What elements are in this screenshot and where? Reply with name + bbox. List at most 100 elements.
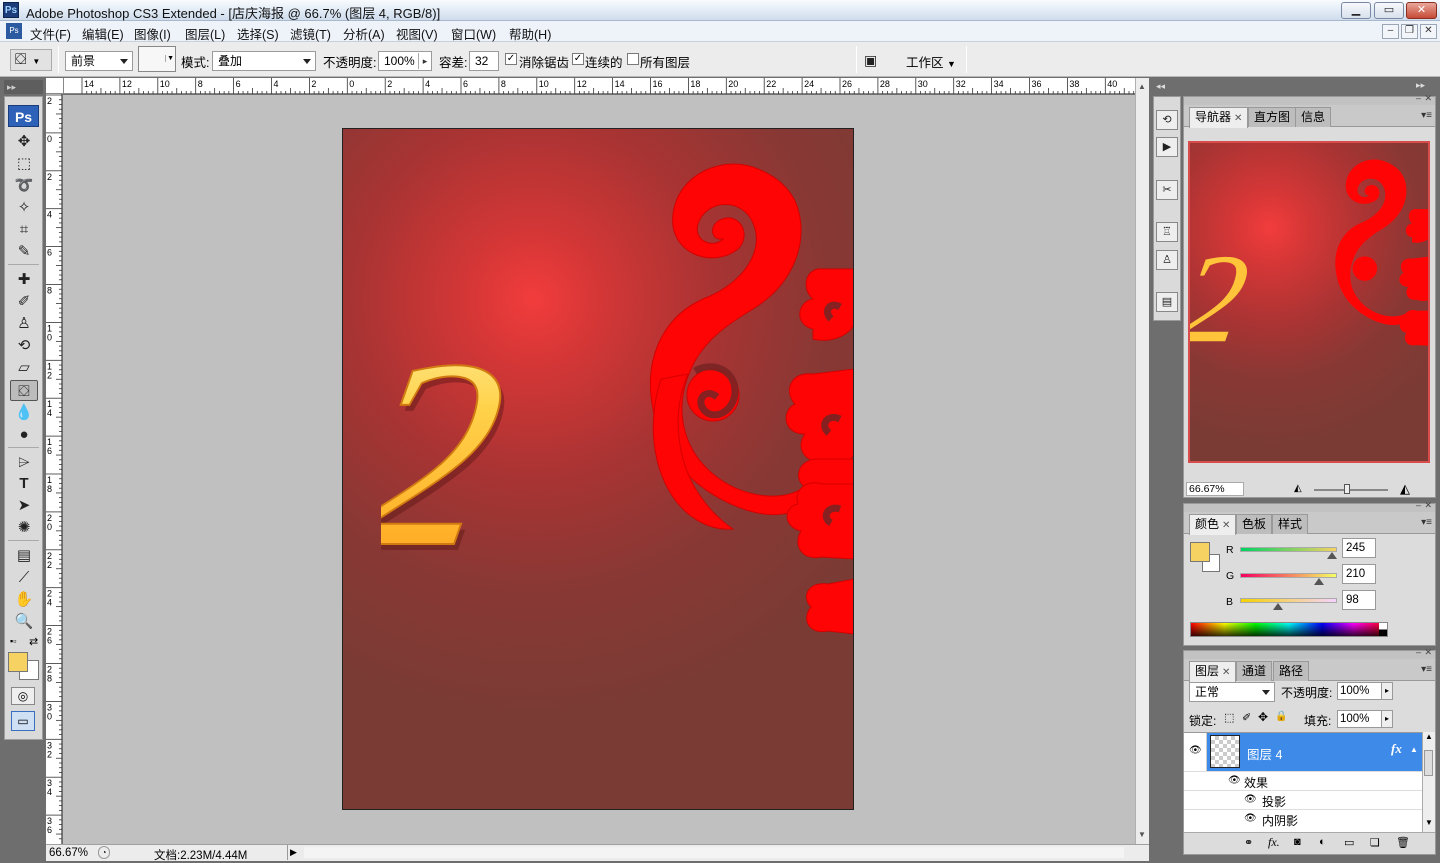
effect-row-inner-shadow[interactable]: 👁 内阴影 xyxy=(1184,809,1422,828)
tab-color[interactable]: 颜色 ✕ xyxy=(1189,514,1237,535)
zoom-slider-track[interactable] xyxy=(1314,489,1388,491)
eraser-tool-icon[interactable]: ▱ xyxy=(10,357,38,378)
lock-pixels-icon[interactable]: ✐ xyxy=(1242,711,1251,724)
horizontal-scrollbar[interactable] xyxy=(304,847,1124,858)
menu-edit[interactable]: 编辑(E) xyxy=(82,24,124,43)
blend-mode-select[interactable]: 叠加 xyxy=(212,51,316,71)
layer-fx-badge[interactable]: fx xyxy=(1391,741,1402,757)
brush-tool-icon[interactable]: ✐ xyxy=(10,291,38,312)
delete-layer-icon[interactable]: 🗑 xyxy=(1396,836,1410,849)
color-spectrum-ramp[interactable] xyxy=(1190,622,1388,637)
horizontal-ruler[interactable]: 14 12 10 8 6 4 2 0 2 4 6 8 10 12 14 16 18 20 22 24 26 28 30 32 3… xyxy=(64,78,1135,94)
add-mask-icon[interactable]: ◙ xyxy=(1294,836,1301,848)
tab-styles[interactable]: 样式 xyxy=(1272,514,1309,534)
layer-name[interactable]: 图层 4 xyxy=(1247,744,1282,763)
adjustment-layer-icon[interactable]: ◐ xyxy=(1319,836,1326,848)
layer-opacity-arrow[interactable]: ▸ xyxy=(1381,682,1393,700)
fill-arrow[interactable]: ▸ xyxy=(1381,710,1393,728)
doc-minimize-button[interactable]: ‒ xyxy=(1382,24,1399,39)
link-layers-icon[interactable]: ⚭ xyxy=(1244,836,1253,849)
document-menu-icon[interactable]: Ps xyxy=(6,23,22,39)
menu-window[interactable]: 窗口(W) xyxy=(451,24,496,43)
layer-comps-panel-icon[interactable]: ▤ xyxy=(1156,292,1178,312)
layer-opacity-input[interactable]: 100% xyxy=(1337,682,1383,700)
lasso-tool-icon[interactable]: ➰ xyxy=(10,175,38,196)
workspace-button[interactable]: 工作区 ▼ xyxy=(906,52,956,71)
maximize-button[interactable]: ▭ xyxy=(1374,2,1404,19)
r-input[interactable]: 245 xyxy=(1342,538,1376,558)
g-input[interactable]: 210 xyxy=(1342,564,1376,584)
document-canvas[interactable]: 2 2 xyxy=(342,128,854,810)
toolbox-header[interactable]: ▸▸ xyxy=(4,80,43,94)
b-slider[interactable] xyxy=(1240,598,1337,603)
canvas-vertical-scrollbar[interactable]: ▲ ▼ xyxy=(1135,78,1149,844)
opacity-slider-arrow[interactable]: ▸ xyxy=(418,53,431,69)
path-selection-tool-icon[interactable]: ➤ xyxy=(10,495,38,516)
antialias-checkbox[interactable]: ✓ xyxy=(505,53,517,65)
paint-bucket-tool-icon[interactable]: ⛋ xyxy=(10,380,38,401)
notes-tool-icon[interactable]: ▤ xyxy=(10,545,38,566)
lock-all-icon[interactable]: 🔒 xyxy=(1275,711,1287,722)
quick-mask-icon[interactable]: ◎ xyxy=(11,687,35,705)
vertical-ruler[interactable]: 2024681012141618202224262830323436 xyxy=(46,94,62,844)
pattern-picker[interactable]: ▼ xyxy=(138,46,176,72)
magic-wand-tool-icon[interactable]: ✧ xyxy=(10,197,38,218)
panel-grip[interactable]: ‒ ✕ xyxy=(1184,647,1435,659)
zoom-in-icon[interactable]: ◭ xyxy=(1400,481,1410,497)
menu-help[interactable]: 帮助(H) xyxy=(509,24,551,43)
ps-logo[interactable]: Ps xyxy=(8,105,39,127)
layers-scrollbar[interactable]: ▲ ▼ xyxy=(1422,732,1435,832)
brushes-panel-icon[interactable]: ♖ xyxy=(1156,222,1178,242)
expand-dock-icon[interactable]: ▸▸ xyxy=(1416,80,1425,91)
zoom-out-icon[interactable]: ◭ xyxy=(1294,483,1302,494)
contiguous-checkbox[interactable]: ✓ xyxy=(572,53,584,65)
blur-tool-icon[interactable]: 💧 xyxy=(10,402,38,423)
screen-mode-icon[interactable]: ▭ xyxy=(11,711,35,731)
slice-tool-icon[interactable]: ✎ xyxy=(10,241,38,262)
tab-swatches[interactable]: 色板 xyxy=(1236,514,1273,534)
actions-panel-icon[interactable]: ▶ xyxy=(1156,137,1178,157)
history-panel-icon[interactable]: ⟲ xyxy=(1156,110,1178,130)
effects-row[interactable]: 👁 效果 xyxy=(1184,771,1422,790)
expand-effects-icon[interactable]: ▲ xyxy=(1410,745,1418,754)
new-layer-icon[interactable]: ❏ xyxy=(1370,836,1380,849)
fill-input[interactable]: 100% xyxy=(1337,710,1383,728)
crop-tool-icon[interactable]: ⌗ xyxy=(10,219,38,240)
fill-source-select[interactable]: 前景 xyxy=(65,51,133,71)
doc-restore-button[interactable]: ❐ xyxy=(1401,24,1418,39)
zoom-slider-thumb[interactable] xyxy=(1344,484,1350,494)
menu-view[interactable]: 视图(V) xyxy=(396,24,438,43)
r-slider[interactable] xyxy=(1240,547,1337,552)
tool-presets-panel-icon[interactable]: ✂ xyxy=(1156,180,1178,200)
effect-eye-icon[interactable]: 👁 xyxy=(1244,794,1257,805)
navigator-zoom-input[interactable]: 66.67% xyxy=(1186,482,1244,496)
tab-histogram[interactable]: 直方图 xyxy=(1248,107,1297,127)
zoom-tool-icon[interactable]: 🔍 xyxy=(10,611,38,632)
close-button[interactable]: ✕ xyxy=(1406,2,1437,19)
layer-visibility-toggle[interactable]: 👁 xyxy=(1184,733,1207,771)
all-layers-checkbox[interactable] xyxy=(627,53,639,65)
status-info-icon[interactable]: ◔ xyxy=(98,846,110,859)
effect-eye-icon[interactable]: 👁 xyxy=(1244,813,1257,824)
clone-stamp-tool-icon[interactable]: ♙ xyxy=(10,313,38,334)
tab-info[interactable]: 信息 xyxy=(1295,107,1332,127)
tab-paths[interactable]: 路径 xyxy=(1273,661,1310,681)
add-style-icon[interactable]: fx. xyxy=(1268,835,1280,850)
hand-tool-icon[interactable]: ✋ xyxy=(10,589,38,610)
layer-row-selected[interactable]: 图层 4 fx ▲ xyxy=(1207,733,1422,771)
marquee-tool-icon[interactable]: ⬚ xyxy=(10,153,38,174)
layer-blend-mode-select[interactable]: 正常 xyxy=(1189,682,1275,702)
tolerance-input[interactable]: 32 xyxy=(469,51,499,71)
menu-select[interactable]: 选择(S) xyxy=(237,24,279,43)
default-colors-icon[interactable]: ▪▫ xyxy=(10,636,16,646)
menu-layer[interactable]: 图层(L) xyxy=(185,24,225,43)
zoom-readout[interactable]: 66.67% xyxy=(49,847,88,859)
menu-image[interactable]: 图像(I) xyxy=(134,24,171,43)
clone-source-panel-icon[interactable]: ♙ xyxy=(1156,250,1178,270)
collapse-dock-icon[interactable]: ◂◂ xyxy=(1156,81,1165,92)
tab-navigator[interactable]: 导航器 ✕ xyxy=(1189,107,1249,128)
panel-menu-icon[interactable]: ▾≡ xyxy=(1421,517,1432,528)
lock-position-icon[interactable]: ✥ xyxy=(1258,710,1268,724)
panel-grip[interactable]: ‒ ✕ xyxy=(1184,500,1435,512)
menu-file[interactable]: 文件(F) xyxy=(30,24,71,43)
